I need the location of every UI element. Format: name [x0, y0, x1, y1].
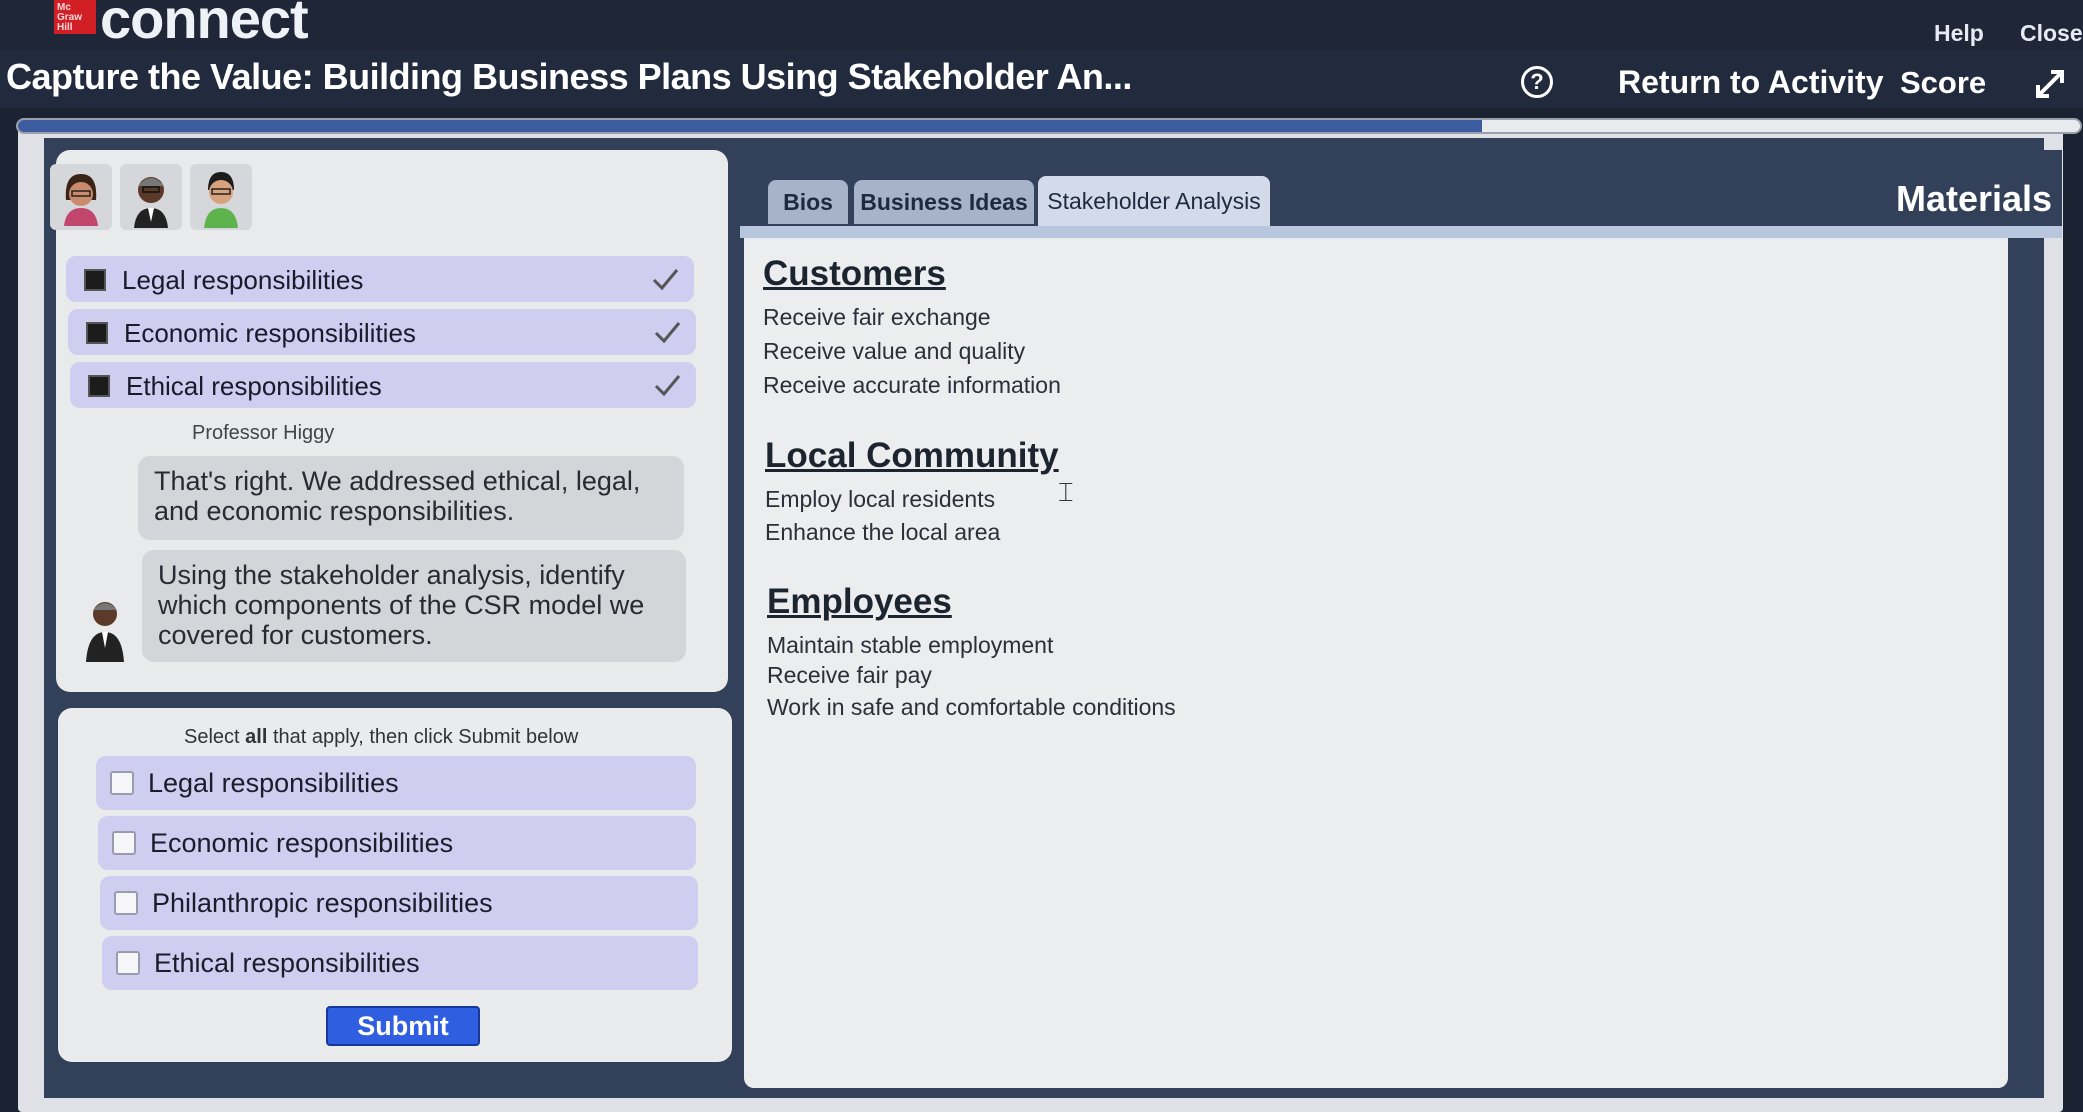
checkmark-icon — [654, 322, 681, 344]
checkmark-icon — [654, 375, 681, 397]
progress-fill — [18, 120, 1483, 132]
filled-checkbox — [86, 322, 108, 344]
tab-bios[interactable]: Bios — [768, 180, 848, 224]
chat-bubble: Using the stakeholder analysis, identify… — [142, 550, 686, 662]
materials-content — [744, 238, 2008, 1088]
filled-checkbox — [88, 375, 110, 397]
checkbox[interactable] — [110, 771, 134, 795]
question-circle-icon[interactable]: ? — [1521, 66, 1553, 98]
selected-answer-row: Economic responsibilities — [68, 309, 696, 355]
avatar-woman — [50, 164, 112, 230]
help-link[interactable]: Help — [1934, 20, 1984, 47]
selected-answer-label: Ethical responsibilities — [126, 371, 382, 401]
stakeholder-item: Maintain stable employment — [767, 632, 1054, 658]
selected-answer-label: Economic responsibilities — [124, 318, 416, 348]
filled-checkbox — [84, 269, 106, 291]
stakeholder-item: Receive fair pay — [767, 662, 932, 688]
text-cursor-icon: ⌶ — [1058, 477, 1074, 507]
stakeholder-item: Employ local residents — [765, 486, 996, 512]
option-ethical[interactable]: Ethical responsibilities — [102, 936, 698, 990]
checkmark-icon — [652, 269, 679, 291]
progress-bar — [16, 118, 2082, 134]
checkbox[interactable] — [112, 831, 136, 855]
option-label: Economic responsibilities — [150, 828, 454, 858]
option-economic[interactable]: Economic responsibilities — [98, 816, 696, 870]
selected-answer-label: Legal responsibilities — [122, 265, 364, 295]
expand-arrows-icon[interactable] — [2034, 68, 2066, 100]
stakeholder-item: Receive fair exchange — [763, 304, 991, 330]
return-to-activity-button[interactable]: Return to Activity — [1618, 64, 1884, 101]
selected-answer-row: Ethical responsibilities — [70, 362, 696, 408]
instruction-text: Select all that apply, then click Submit… — [184, 726, 579, 748]
option-philanthropic[interactable]: Philanthropic responsibilities — [100, 876, 698, 930]
stakeholder-item: Enhance the local area — [765, 519, 1001, 545]
speaker-name: Professor Higgy — [192, 422, 335, 444]
brand-bar: Mc Graw Hill connect Help Close — [0, 0, 2083, 52]
section-heading-customers: Customers — [763, 254, 946, 293]
materials-heading: Materials — [1896, 178, 2053, 219]
chat-bubble: That's right. We addressed ethical, lega… — [138, 456, 684, 540]
tab-underline-strip — [740, 226, 2062, 238]
option-label: Legal responsibilities — [148, 768, 399, 798]
close-link[interactable]: Close — [2020, 20, 2083, 47]
checkbox[interactable] — [114, 891, 138, 915]
option-label: Philanthropic responsibilities — [152, 888, 493, 918]
stakeholder-item: Work in safe and comfortable conditions — [767, 694, 1176, 720]
option-legal[interactable]: Legal responsibilities — [96, 756, 696, 810]
section-heading-employees: Employees — [767, 582, 952, 621]
section-heading-local-community: Local Community — [765, 436, 1059, 475]
checkbox[interactable] — [116, 951, 140, 975]
avatar-professor — [120, 164, 182, 230]
stakeholder-item: Receive value and quality — [763, 338, 1026, 364]
professor-avatar-icon — [86, 602, 124, 662]
submit-button[interactable]: Submit — [326, 1006, 480, 1046]
tab-stakeholder-analysis[interactable]: Stakeholder Analysis — [1038, 176, 1270, 226]
avatar-young-man — [190, 164, 252, 230]
mcgraw-hill-logo: Mc Graw Hill — [54, 0, 96, 34]
stakeholder-item: Receive accurate information — [763, 372, 1061, 398]
selected-answer-row: Legal responsibilities — [66, 256, 694, 302]
tab-business-ideas[interactable]: Business Ideas — [854, 180, 1034, 224]
option-label: Ethical responsibilities — [154, 948, 420, 978]
connect-logo: connect — [100, 0, 309, 50]
activity-title: Capture the Value: Building Business Pla… — [6, 56, 1132, 97]
score-button[interactable]: Score — [1900, 65, 1986, 101]
